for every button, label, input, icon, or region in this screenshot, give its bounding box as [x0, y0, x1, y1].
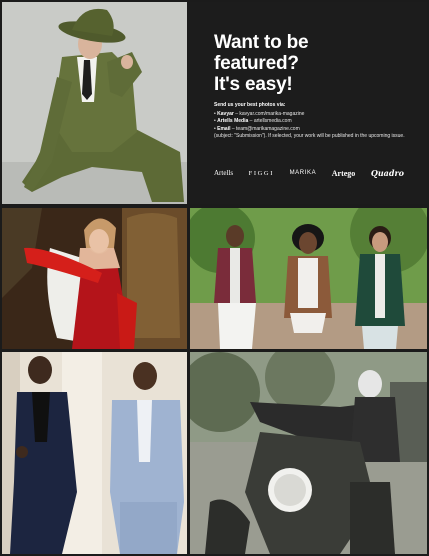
submission-note: (subject: "Submission"). If selected, yo…: [214, 133, 405, 139]
info-title: Want to be featured? It's easy!: [214, 32, 309, 95]
brand-logo-figgi: FIGGI: [248, 169, 274, 177]
submission-item-email: • Email – team@marikamagazine.com: [214, 125, 300, 132]
instructions-lead: Send us your best photos via:: [214, 102, 286, 108]
brand-logos-row: Artells FIGGI MARIKA Artego Quadro: [214, 168, 404, 178]
submission-item-kavyar: • Kavyar – kavyar.com/marika-magazine: [214, 110, 305, 117]
featured-info-panel: Want to be featured? It's easy! Send us …: [190, 2, 427, 204]
photo-man-green-suit: [2, 2, 187, 204]
brand-logo-artego: Artego: [331, 168, 356, 178]
photo-woman-motorcycle: [190, 352, 427, 554]
brand-logo-artells: Artells: [214, 169, 234, 177]
submission-instructions: Send us your best photos via: • Kavyar –…: [214, 102, 419, 141]
photo-woman-red-dress: [2, 208, 187, 349]
photo-three-models-outdoors: [190, 208, 427, 349]
submission-item-artells: • Artells Media – artellsmedia.com: [214, 118, 292, 124]
brand-logo-marika: MARIKA: [289, 170, 317, 176]
brand-logo-quadro: Quadro: [370, 168, 404, 178]
photo-two-men-suits: [2, 352, 187, 554]
